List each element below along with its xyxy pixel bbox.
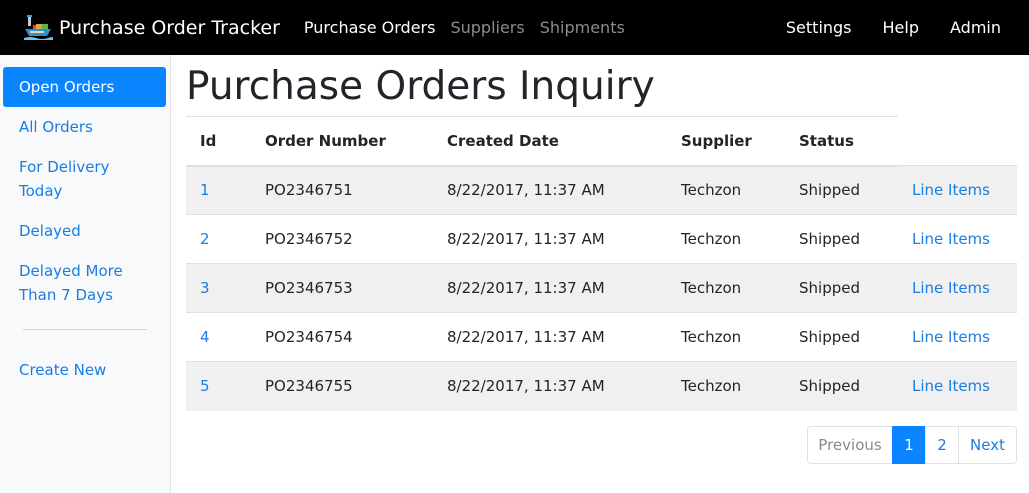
orders-table: Id Order Number Created Date Supplier St… bbox=[186, 116, 1017, 411]
line-items-link[interactable]: Line Items bbox=[912, 279, 990, 297]
table-header-row: Id Order Number Created Date Supplier St… bbox=[186, 116, 1017, 167]
sidebar-item-all-orders[interactable]: All Orders bbox=[3, 107, 166, 147]
nav-help[interactable]: Help bbox=[883, 18, 919, 37]
cargo-ship-icon bbox=[24, 14, 54, 40]
created-date: 8/22/2017, 11:37 AM bbox=[433, 361, 667, 411]
previous-page-button[interactable]: Previous bbox=[807, 426, 893, 464]
line-items-link[interactable]: Line Items bbox=[912, 328, 990, 346]
column-header-actions bbox=[898, 117, 1017, 166]
order-number: PO2346751 bbox=[251, 165, 433, 215]
column-header-id: Id bbox=[186, 116, 251, 167]
column-header-supplier: Supplier bbox=[667, 116, 785, 167]
top-navbar: Purchase Order Tracker Purchase Orders S… bbox=[0, 0, 1029, 55]
brand-title: Purchase Order Tracker bbox=[59, 16, 280, 39]
line-items-link[interactable]: Line Items bbox=[912, 181, 990, 199]
column-header-order-number: Order Number bbox=[251, 116, 433, 167]
status: Shipped bbox=[785, 263, 898, 313]
main-nav: Purchase Orders Suppliers Shipments bbox=[304, 18, 640, 37]
nav-shipments[interactable]: Shipments bbox=[540, 18, 625, 37]
next-page-button[interactable]: Next bbox=[958, 426, 1017, 464]
supplier: Techzon bbox=[667, 312, 785, 362]
created-date: 8/22/2017, 11:37 AM bbox=[433, 165, 667, 215]
table-row: 1 PO2346751 8/22/2017, 11:37 AM Techzon … bbox=[186, 165, 1017, 215]
supplier: Techzon bbox=[667, 361, 785, 411]
order-number: PO2346755 bbox=[251, 361, 433, 411]
nav-purchase-orders[interactable]: Purchase Orders bbox=[304, 18, 436, 37]
nav-suppliers[interactable]: Suppliers bbox=[450, 18, 524, 37]
brand[interactable]: Purchase Order Tracker bbox=[22, 12, 280, 44]
sidebar-item-open-orders[interactable]: Open Orders bbox=[3, 67, 166, 107]
sidebar-divider bbox=[23, 329, 147, 330]
order-id-link[interactable]: 3 bbox=[200, 279, 210, 297]
table-row: 3 PO2346753 8/22/2017, 11:37 AM Techzon … bbox=[186, 263, 1017, 313]
table-row: 4 PO2346754 8/22/2017, 11:37 AM Techzon … bbox=[186, 312, 1017, 362]
status: Shipped bbox=[785, 165, 898, 215]
order-id-link[interactable]: 2 bbox=[200, 230, 210, 248]
status: Shipped bbox=[785, 214, 898, 264]
sidebar-item-delivery-today[interactable]: For Delivery Today bbox=[3, 147, 166, 211]
order-id-link[interactable]: 1 bbox=[200, 181, 210, 199]
sidebar: Open Orders All Orders For Delivery Toda… bbox=[0, 55, 171, 493]
column-header-status: Status bbox=[785, 116, 898, 167]
nav-settings[interactable]: Settings bbox=[786, 18, 852, 37]
page-1-button[interactable]: 1 bbox=[892, 426, 926, 464]
line-items-link[interactable]: Line Items bbox=[912, 230, 990, 248]
order-number: PO2346754 bbox=[251, 312, 433, 362]
sidebar-item-delayed-7-days[interactable]: Delayed More Than 7 Days bbox=[3, 251, 166, 315]
order-id-link[interactable]: 5 bbox=[200, 377, 210, 395]
created-date: 8/22/2017, 11:37 AM bbox=[433, 263, 667, 313]
order-id-link[interactable]: 4 bbox=[200, 328, 210, 346]
table-row: 2 PO2346752 8/22/2017, 11:37 AM Techzon … bbox=[186, 214, 1017, 264]
sidebar-item-delayed[interactable]: Delayed bbox=[3, 211, 166, 251]
page-2-button[interactable]: 2 bbox=[925, 426, 959, 464]
supplier: Techzon bbox=[667, 214, 785, 264]
supplier: Techzon bbox=[667, 165, 785, 215]
nav-admin[interactable]: Admin bbox=[950, 18, 1001, 37]
status: Shipped bbox=[785, 312, 898, 362]
created-date: 8/22/2017, 11:37 AM bbox=[433, 214, 667, 264]
column-header-created-date: Created Date bbox=[433, 116, 667, 167]
status: Shipped bbox=[785, 361, 898, 411]
order-number: PO2346753 bbox=[251, 263, 433, 313]
supplier: Techzon bbox=[667, 263, 785, 313]
order-number: PO2346752 bbox=[251, 214, 433, 264]
sidebar-item-create-new[interactable]: Create New bbox=[3, 350, 166, 390]
table-row: 5 PO2346755 8/22/2017, 11:37 AM Techzon … bbox=[186, 361, 1017, 411]
pagination: Previous 1 2 Next bbox=[807, 426, 1017, 464]
page-title: Purchase Orders Inquiry bbox=[186, 64, 655, 109]
line-items-link[interactable]: Line Items bbox=[912, 377, 990, 395]
created-date: 8/22/2017, 11:37 AM bbox=[433, 312, 667, 362]
right-nav: Settings Help Admin bbox=[755, 0, 1001, 55]
